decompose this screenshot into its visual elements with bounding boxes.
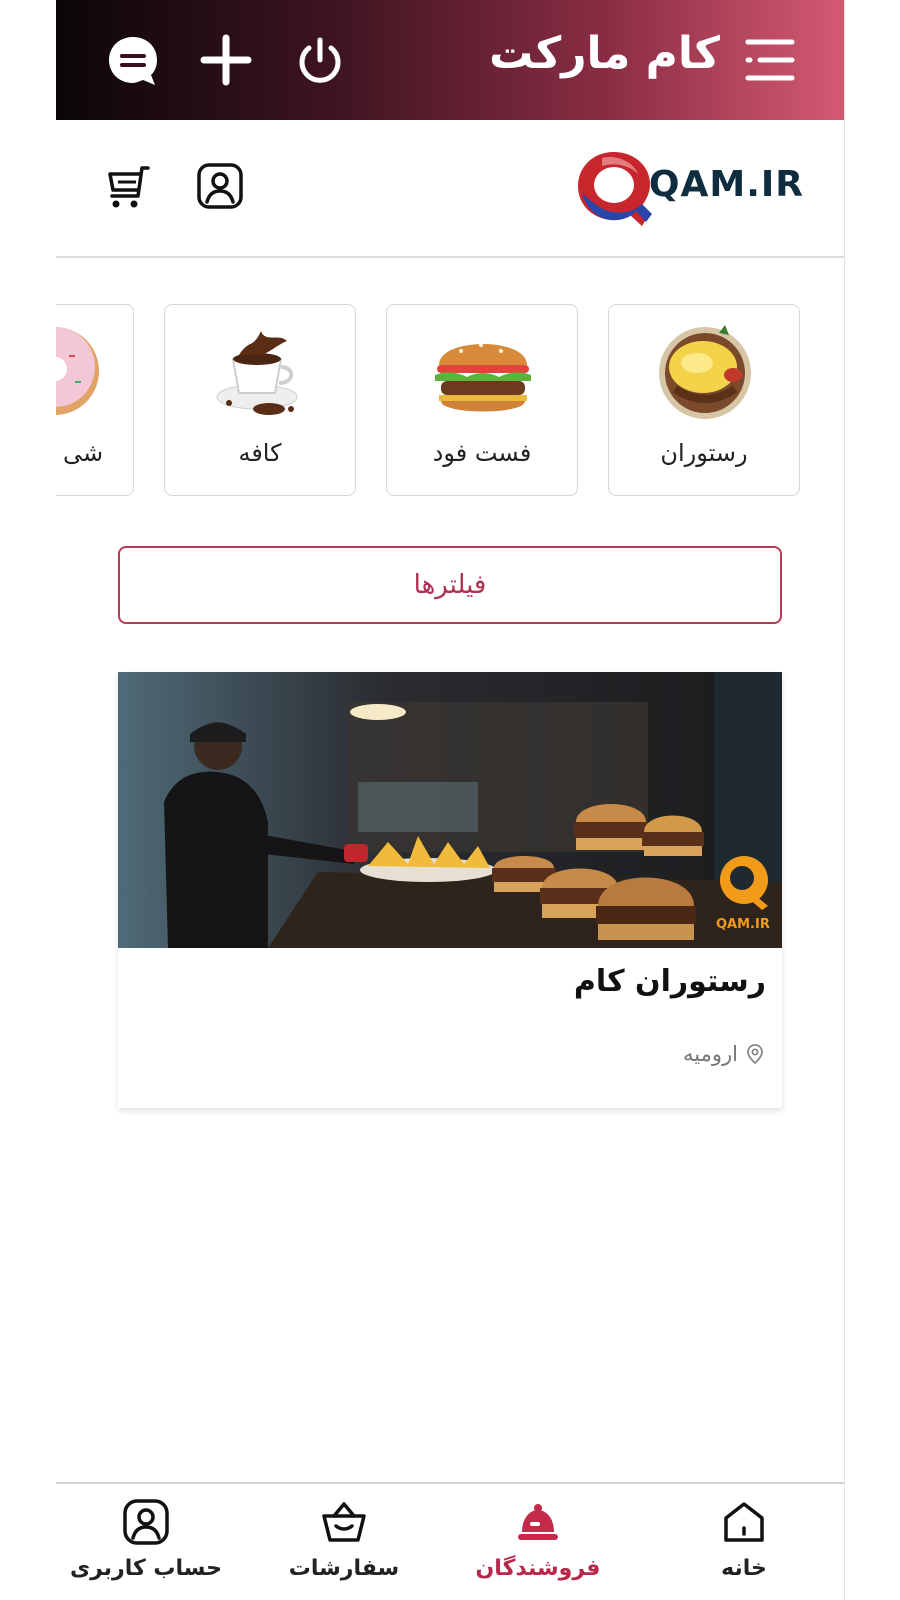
- nav-sellers[interactable]: فروشندگان: [448, 1498, 628, 1581]
- cart-icon[interactable]: [104, 162, 152, 210]
- app-screen: کام مارکت QAM.IR رستوران فست فود کافه شی…: [56, 0, 845, 1600]
- filters-button[interactable]: فیلترها: [118, 546, 782, 624]
- coffee-cup-image: [216, 331, 298, 415]
- photo-watermark-text: QAM.IR: [716, 917, 770, 932]
- orders-basket-icon: [322, 1502, 366, 1542]
- donut-image: [56, 327, 99, 415]
- nav-home[interactable]: خانه: [654, 1498, 834, 1581]
- category-restaurant[interactable]: رستوران: [608, 304, 800, 496]
- restaurant-name: رستوران کام: [573, 964, 766, 999]
- profile-icon[interactable]: [196, 162, 244, 210]
- category-label: شی: [63, 439, 104, 467]
- location-text: ارومیه: [683, 1042, 738, 1066]
- menu-icon[interactable]: [744, 34, 796, 86]
- home-icon: [724, 1502, 764, 1542]
- chat-icon[interactable]: [106, 34, 160, 88]
- top-app-bar: کام مارکت: [56, 0, 844, 120]
- qam-logo-mark-icon: [578, 152, 652, 226]
- location-pin-icon: [747, 1044, 763, 1065]
- restaurant-location: ارومیه: [683, 1042, 766, 1066]
- nav-label: فروشندگان: [475, 1556, 601, 1581]
- category-carousel[interactable]: رستوران فست فود کافه شی: [56, 304, 844, 500]
- category-label: فست فود: [432, 439, 532, 467]
- logo-text: QAM.IR: [648, 164, 804, 205]
- nav-account[interactable]: حساب کاربری: [56, 1498, 236, 1581]
- rice-plate-image: [659, 325, 751, 419]
- category-label: کافه: [238, 439, 282, 467]
- qam-logo[interactable]: QAM.IR: [572, 144, 804, 230]
- restaurant-photo: QAM.IR: [118, 672, 782, 948]
- account-icon: [123, 1499, 169, 1545]
- category-sweets[interactable]: شی: [56, 304, 134, 496]
- burger-image: [435, 343, 531, 412]
- nav-label: حساب کاربری: [69, 1556, 223, 1581]
- plus-icon[interactable]: [200, 34, 252, 86]
- nav-label: خانه: [721, 1556, 767, 1581]
- category-label: رستوران: [660, 439, 748, 467]
- sellers-icon: [518, 1504, 558, 1540]
- restaurant-card[interactable]: QAM.IR رستوران کام ارومیه: [118, 672, 782, 1108]
- nav-orders[interactable]: سفارشات: [254, 1498, 434, 1581]
- power-icon[interactable]: [294, 34, 346, 86]
- app-title: کام مارکت: [489, 28, 720, 79]
- brand-toolbar: QAM.IR: [56, 120, 844, 258]
- nav-label: سفارشات: [288, 1556, 400, 1581]
- bottom-navigation: خانه فروشندگان سفارشات حساب کاربری: [56, 1482, 844, 1600]
- category-fast-food[interactable]: فست فود: [386, 304, 578, 496]
- category-cafe[interactable]: کافه: [164, 304, 356, 496]
